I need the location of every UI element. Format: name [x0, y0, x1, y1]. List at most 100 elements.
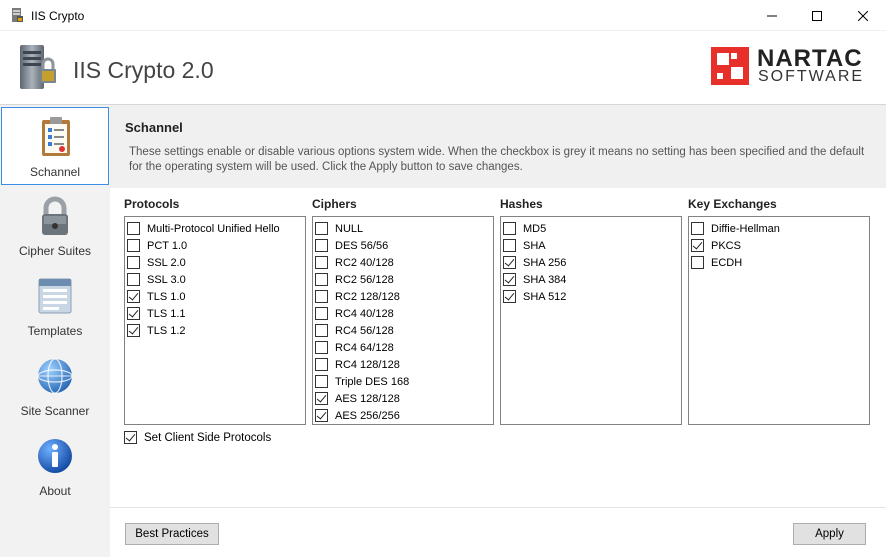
- checkbox[interactable]: [315, 307, 328, 320]
- cipher-option[interactable]: AES 256/256: [315, 407, 400, 424]
- sidebar-item-schannel[interactable]: Schannel: [1, 107, 109, 185]
- cipher-option[interactable]: Triple DES 168: [315, 373, 409, 390]
- cipher-option[interactable]: RC2 128/128: [315, 288, 400, 305]
- sidebar-item-site-scanner[interactable]: Site Scanner: [1, 347, 109, 425]
- checkbox[interactable]: [315, 273, 328, 286]
- protocol-option[interactable]: TLS 1.0: [127, 288, 186, 305]
- protocol-option[interactable]: TLS 1.2: [127, 322, 186, 339]
- cipher-option[interactable]: NULL: [315, 220, 363, 237]
- hash-option[interactable]: SHA 256: [503, 254, 566, 271]
- checkbox[interactable]: [315, 256, 328, 269]
- clipboard-icon: [42, 117, 70, 156]
- client-side-checkbox[interactable]: [124, 431, 137, 444]
- title-bar: IIS Crypto: [0, 0, 886, 31]
- checkbox[interactable]: [127, 222, 140, 235]
- cipher-option[interactable]: RC4 128/128: [315, 356, 400, 373]
- sidebar-item-label: Site Scanner: [20, 404, 90, 418]
- sidebar-item-templates[interactable]: Templates: [1, 267, 109, 345]
- cipher-option[interactable]: RC2 56/128: [315, 271, 394, 288]
- option-label: RC2 40/128: [335, 256, 394, 269]
- key-exchange-option[interactable]: PKCS: [691, 237, 741, 254]
- key-exchange-option[interactable]: Diffie-Hellman: [691, 220, 780, 237]
- cipher-option[interactable]: RC4 64/128: [315, 339, 394, 356]
- client-side-label: Set Client Side Protocols: [144, 431, 272, 444]
- protocol-option[interactable]: Multi-Protocol Unified Hello: [127, 220, 280, 237]
- nartac-logo-mark-icon: [711, 47, 749, 85]
- client-side-protocols-option[interactable]: Set Client Side Protocols: [124, 431, 271, 444]
- checkbox[interactable]: [503, 222, 516, 235]
- sidebar-item-about[interactable]: About: [1, 427, 109, 505]
- hash-option[interactable]: SHA 384: [503, 271, 566, 288]
- option-label: PKCS: [711, 239, 741, 252]
- cipher-option[interactable]: RC4 40/128: [315, 305, 394, 322]
- checkbox[interactable]: [127, 307, 140, 320]
- option-label: DES 56/56: [335, 239, 389, 252]
- checkbox[interactable]: [315, 341, 328, 354]
- checkbox[interactable]: [315, 324, 328, 337]
- hash-option[interactable]: SHA 512: [503, 288, 566, 305]
- checkbox[interactable]: [503, 273, 516, 286]
- page-title: Schannel: [125, 120, 183, 135]
- sidebar-item-label: Schannel: [29, 165, 81, 179]
- option-label: RC2 128/128: [335, 290, 400, 303]
- hash-option[interactable]: SHA: [503, 237, 546, 254]
- description-area: Schannel These settings enable or disabl…: [110, 105, 886, 188]
- close-button[interactable]: [840, 0, 886, 31]
- hash-option[interactable]: MD5: [503, 220, 546, 237]
- option-label: SSL 2.0: [147, 256, 186, 269]
- protocol-option[interactable]: TLS 1.1: [127, 305, 186, 322]
- option-label: RC4 64/128: [335, 341, 394, 354]
- minimize-button[interactable]: [749, 0, 795, 31]
- page-description: These settings enable or disable various…: [129, 146, 865, 173]
- option-label: NULL: [335, 222, 364, 235]
- sidebar-item-label: Templates: [27, 324, 83, 338]
- protocol-option[interactable]: SSL 2.0: [127, 254, 186, 271]
- checkbox[interactable]: [691, 239, 704, 252]
- cipher-option[interactable]: DES 56/56: [315, 237, 388, 254]
- maximize-button[interactable]: [794, 0, 840, 31]
- checkbox[interactable]: [691, 256, 704, 269]
- option-label: MD5: [523, 222, 547, 235]
- checkbox[interactable]: [127, 273, 140, 286]
- checkbox[interactable]: [503, 239, 516, 252]
- checkbox[interactable]: [127, 290, 140, 303]
- hashes-list: MD5 SHA SHA 256 SHA 384 SHA 512: [500, 216, 682, 425]
- checkbox[interactable]: [315, 409, 328, 422]
- checkbox[interactable]: [503, 290, 516, 303]
- checkbox[interactable]: [127, 256, 140, 269]
- checkbox[interactable]: [315, 375, 328, 388]
- checkbox[interactable]: [315, 290, 328, 303]
- checkbox[interactable]: [315, 222, 328, 235]
- app-name: IIS Crypto 2.0: [73, 57, 214, 83]
- option-label: SHA 256: [523, 256, 567, 269]
- option-label: SHA: [523, 239, 546, 252]
- key-exchange-option[interactable]: ECDH: [691, 254, 742, 271]
- app-icon: [12, 8, 23, 22]
- option-label: SSL 3.0: [147, 273, 186, 286]
- best-practices-button[interactable]: Best Practices: [125, 523, 219, 545]
- cipher-option[interactable]: AES 128/128: [315, 390, 400, 407]
- close-icon: [858, 10, 868, 21]
- checkbox[interactable]: [127, 239, 140, 252]
- apply-button[interactable]: Apply: [793, 523, 866, 545]
- sidebar-item-cipher-suites[interactable]: Cipher Suites: [1, 187, 109, 265]
- option-label: Triple DES 168: [335, 375, 410, 388]
- minimize-icon: [767, 15, 777, 16]
- option-label: Diffie-Hellman: [711, 222, 780, 235]
- checkbox[interactable]: [315, 358, 328, 371]
- checkbox[interactable]: [691, 222, 704, 235]
- sidebar-item-label: About: [39, 484, 71, 498]
- logo-text-software: SOFTWARE: [758, 68, 865, 85]
- option-label: RC4 40/128: [335, 307, 394, 320]
- maximize-icon: [812, 10, 822, 21]
- checkbox[interactable]: [127, 324, 140, 337]
- protocol-option[interactable]: SSL 3.0: [127, 271, 186, 288]
- checkbox[interactable]: [315, 239, 328, 252]
- option-label: TLS 1.2: [147, 324, 186, 337]
- checkbox[interactable]: [503, 256, 516, 269]
- checkbox[interactable]: [315, 392, 328, 405]
- cipher-option[interactable]: RC2 40/128: [315, 254, 394, 271]
- cipher-option[interactable]: RC4 56/128: [315, 322, 394, 339]
- protocol-option[interactable]: PCT 1.0: [127, 237, 187, 254]
- protocols-title: Protocols: [124, 197, 180, 211]
